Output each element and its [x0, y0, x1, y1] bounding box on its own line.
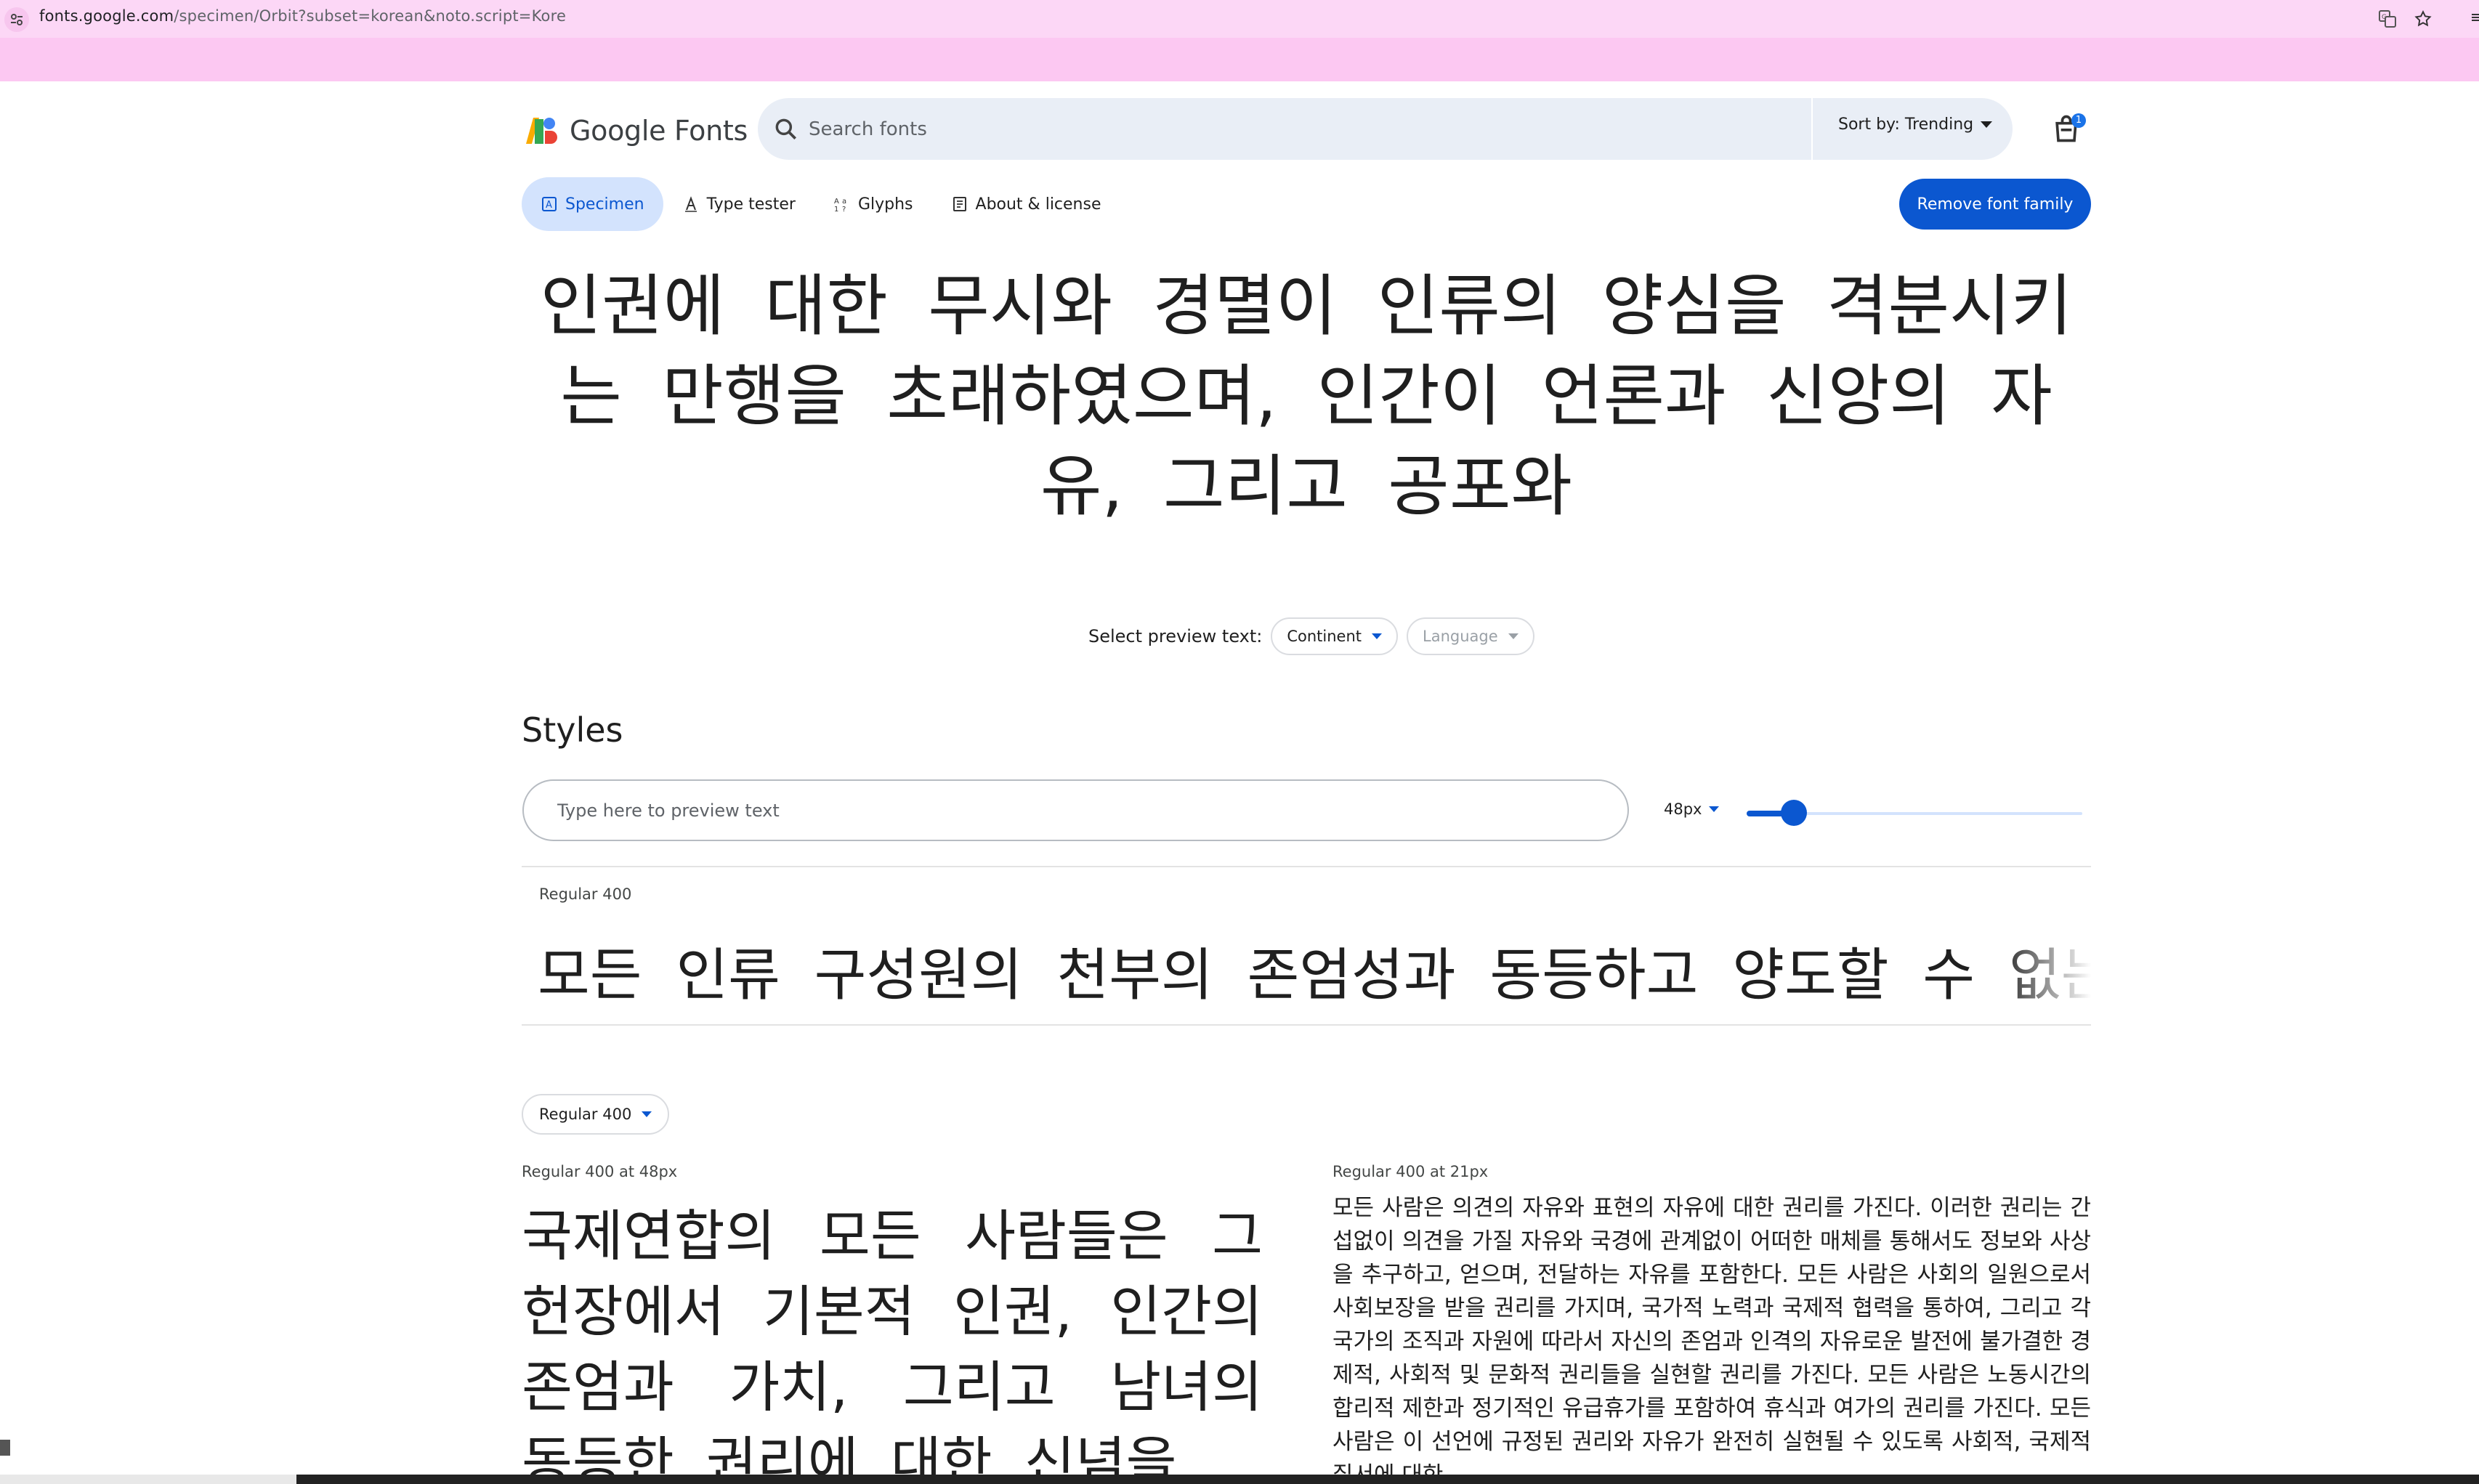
- continent-dropdown[interactable]: Continent: [1271, 617, 1399, 655]
- right-paragraph-label: Regular 400 at 21px: [1332, 1163, 1489, 1180]
- font-size-slider[interactable]: [1747, 800, 2082, 826]
- font-size-label: 48px: [1664, 800, 1702, 818]
- translate-icon[interactable]: G: [2374, 6, 2401, 32]
- preview-text-selector: Select preview text: Continent Language: [1088, 617, 1534, 655]
- tab-type-tester[interactable]: Type tester: [663, 177, 814, 231]
- svg-text:A: A: [546, 200, 552, 211]
- style-sample-text[interactable]: 모든 인류 구성원의 천부의 존엄성과 동등하고 양도할 수 없는 권리: [538, 930, 2091, 1011]
- continent-label: Continent: [1287, 628, 1362, 645]
- about-icon: [953, 197, 966, 211]
- scroll-marker: [0, 1440, 10, 1456]
- hero-specimen-text: 인권에 대한 무시와 경멸이 인류의 양심을 격분시키는 만행을 초래하였으며,…: [540, 267, 2073, 525]
- tab-specimen-label: Specimen: [565, 195, 644, 214]
- svg-text:A: A: [834, 198, 839, 206]
- language-label: Language: [1423, 628, 1498, 645]
- svg-text:1: 1: [834, 206, 838, 213]
- tab-about[interactable]: About & license: [932, 177, 1120, 231]
- tab-specimen[interactable]: A Specimen: [522, 177, 663, 231]
- svg-text:G: G: [2382, 14, 2387, 21]
- tab-about-label: About & license: [975, 195, 1101, 214]
- tab-glyphs[interactable]: Aa 1? Glyphs: [814, 177, 932, 231]
- browser-url-bar: fonts.google.com/specimen/Orbit?subset=k…: [0, 0, 2479, 38]
- google-fonts-logo-icon: [526, 118, 557, 144]
- styles-heading: Styles: [522, 710, 623, 750]
- pink-band: [0, 38, 2479, 81]
- remove-font-family-button[interactable]: Remove font family: [1899, 179, 2091, 230]
- specimen-tabs: A Specimen Type tester Aa 1? Glyphs About…: [522, 177, 1120, 231]
- url-host: fonts.google.com: [39, 7, 174, 25]
- chevron-down-icon: [1372, 633, 1383, 639]
- preview-text-input[interactable]: [522, 779, 1629, 841]
- preview-label: Select preview text:: [1088, 626, 1263, 646]
- chevron-down-icon: [1981, 121, 1993, 128]
- svg-text:a: a: [842, 198, 846, 206]
- search-input[interactable]: [809, 111, 1753, 147]
- type-tester-icon: [684, 196, 697, 212]
- site-info-icon[interactable]: [4, 7, 29, 32]
- slider-thumb[interactable]: [1780, 800, 1807, 826]
- tab-glyphs-label: Glyphs: [857, 195, 913, 214]
- chevron-down-icon: [1508, 633, 1518, 639]
- url-text[interactable]: fonts.google.com/specimen/Orbit?subset=k…: [39, 7, 566, 25]
- weight-label: Regular 400: [539, 1106, 632, 1123]
- specimen-icon: A: [542, 197, 557, 211]
- logo-text: Google Fonts: [570, 115, 748, 147]
- menu-edge-icon[interactable]: [2469, 12, 2479, 22]
- divider: [522, 866, 2091, 867]
- left-paragraph-label: Regular 400 at 48px: [522, 1163, 678, 1180]
- bookmark-star-icon[interactable]: [2410, 6, 2436, 32]
- font-size-dropdown[interactable]: 48px: [1664, 800, 1720, 818]
- style-name-label: Regular 400: [539, 885, 632, 903]
- chevron-down-icon: [1709, 806, 1720, 812]
- url-path: /specimen/Orbit?subset=korean&noto.scrip…: [174, 7, 567, 25]
- search-divider: [1811, 98, 1813, 160]
- bag-count-badge: 1: [2071, 113, 2086, 128]
- large-paragraph-sample: 국제연합의 모든 사람들은 그 헌장에서 기본적 인권, 인간의 존엄과 가치,…: [522, 1204, 1263, 1484]
- google-fonts-logo[interactable]: Google Fonts: [523, 115, 748, 147]
- weight-dropdown[interactable]: Regular 400: [522, 1094, 670, 1135]
- sort-label: Sort by: Trending: [1838, 115, 1974, 134]
- search-bar[interactable]: Sort by: Trending: [758, 98, 2013, 160]
- search-icon: [775, 118, 797, 140]
- sort-dropdown[interactable]: Sort by: Trending: [1838, 115, 1993, 134]
- small-paragraph-sample: 모든 사람은 의견의 자유와 표현의 자유에 대한 권리를 가진다. 이러한 권…: [1332, 1195, 2091, 1484]
- chevron-down-icon: [642, 1111, 652, 1117]
- horizontal-scrollbar-thumb[interactable]: [296, 1475, 2479, 1484]
- divider: [522, 1024, 2091, 1026]
- language-dropdown[interactable]: Language: [1407, 617, 1534, 655]
- glyphs-icon: Aa1?: [834, 198, 846, 213]
- tab-type-tester-label: Type tester: [706, 195, 796, 214]
- svg-text:?: ?: [842, 206, 846, 213]
